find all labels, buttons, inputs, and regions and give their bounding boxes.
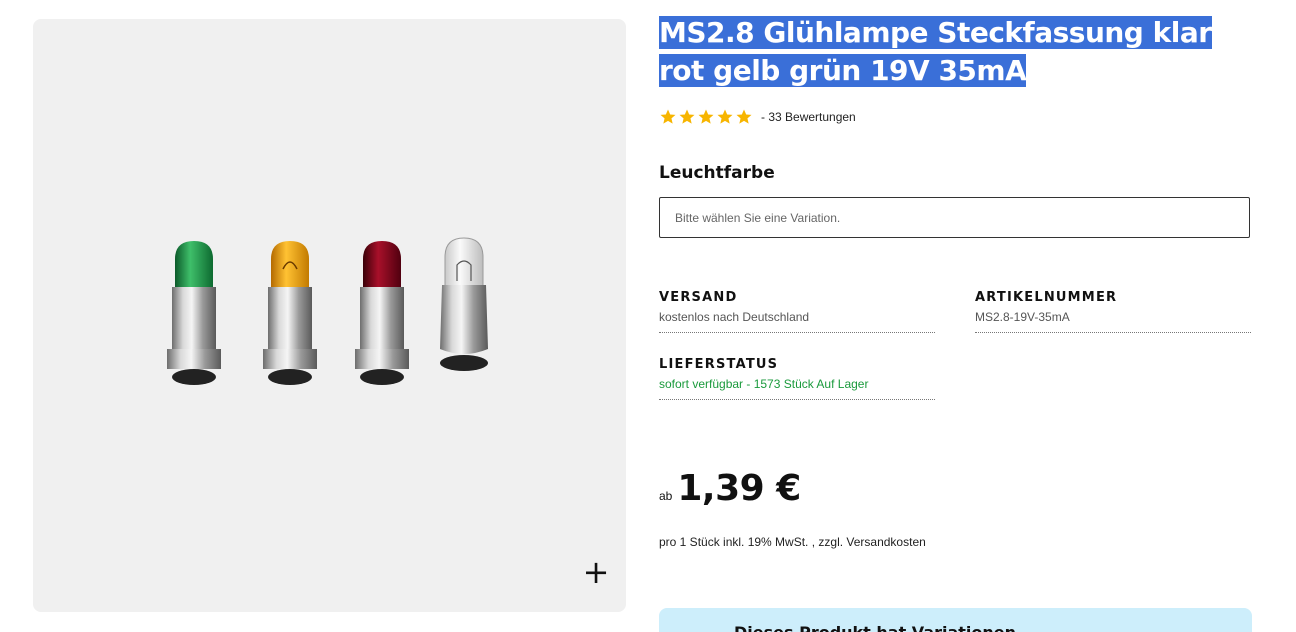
star-icon bbox=[698, 109, 714, 124]
star-icon bbox=[736, 109, 752, 124]
rating-count-link[interactable]: - 33 Bewertungen bbox=[761, 110, 856, 124]
zoom-plus-icon[interactable]: + bbox=[581, 556, 611, 588]
stock-label: LIEFERSTATUS bbox=[659, 357, 779, 372]
product-rating[interactable]: - 33 Bewertungen bbox=[659, 106, 856, 128]
clear-bulb-icon bbox=[440, 237, 488, 371]
price-prefix: ab bbox=[659, 489, 673, 503]
product-image[interactable] bbox=[33, 19, 626, 612]
sku-info: ARTIKELNUMMER MS2.8-19V-35mA bbox=[975, 290, 1251, 333]
product-price: 1,39 € bbox=[677, 468, 801, 509]
variation-notice: Dieses Produkt hat Variationen bbox=[659, 608, 1252, 632]
price-note: pro 1 Stück inkl. 19% MwSt. , zzgl. Vers… bbox=[659, 535, 926, 549]
variation-select-placeholder: Bitte wählen Sie eine Variation. bbox=[675, 210, 841, 225]
variation-notice-text: Dieses Produkt hat Variationen bbox=[734, 623, 1016, 632]
green-bulb-icon bbox=[167, 241, 221, 385]
star-icon bbox=[660, 109, 676, 124]
price-row: ab 1,39 € bbox=[659, 468, 801, 509]
shipping-label: VERSAND bbox=[659, 290, 738, 305]
product-title-text: MS2.8 Glühlampe Steckfassung klar rot ge… bbox=[659, 16, 1212, 87]
red-bulb-icon bbox=[355, 241, 409, 385]
product-image-gallery[interactable]: + bbox=[33, 19, 626, 612]
sku-label: ARTIKELNUMMER bbox=[975, 290, 1118, 305]
variation-select[interactable]: Bitte wählen Sie eine Variation. bbox=[659, 197, 1250, 238]
shipping-info: VERSAND kostenlos nach Deutschland bbox=[659, 290, 935, 333]
product-info: MS2.8 Glühlampe Steckfassung klar rot ge… bbox=[659, 0, 1252, 632]
product-title: MS2.8 Glühlampe Steckfassung klar rot ge… bbox=[659, 14, 1252, 90]
product-page: + MS2.8 Glühlampe Steckfassung klar rot … bbox=[0, 0, 1296, 632]
stock-value: sofort verfügbar - 1573 Stück Auf Lager bbox=[659, 377, 869, 391]
shipping-value: kostenlos nach Deutschland bbox=[659, 310, 810, 324]
option-label: Leuchtfarbe bbox=[659, 163, 775, 183]
star-icon bbox=[679, 109, 695, 124]
rating-stars bbox=[659, 108, 753, 126]
stock-info: LIEFERSTATUS sofort verfügbar - 1573 Stü… bbox=[659, 357, 935, 400]
sku-value: MS2.8-19V-35mA bbox=[975, 310, 1070, 324]
yellow-bulb-icon bbox=[263, 241, 317, 385]
star-icon bbox=[717, 109, 733, 124]
